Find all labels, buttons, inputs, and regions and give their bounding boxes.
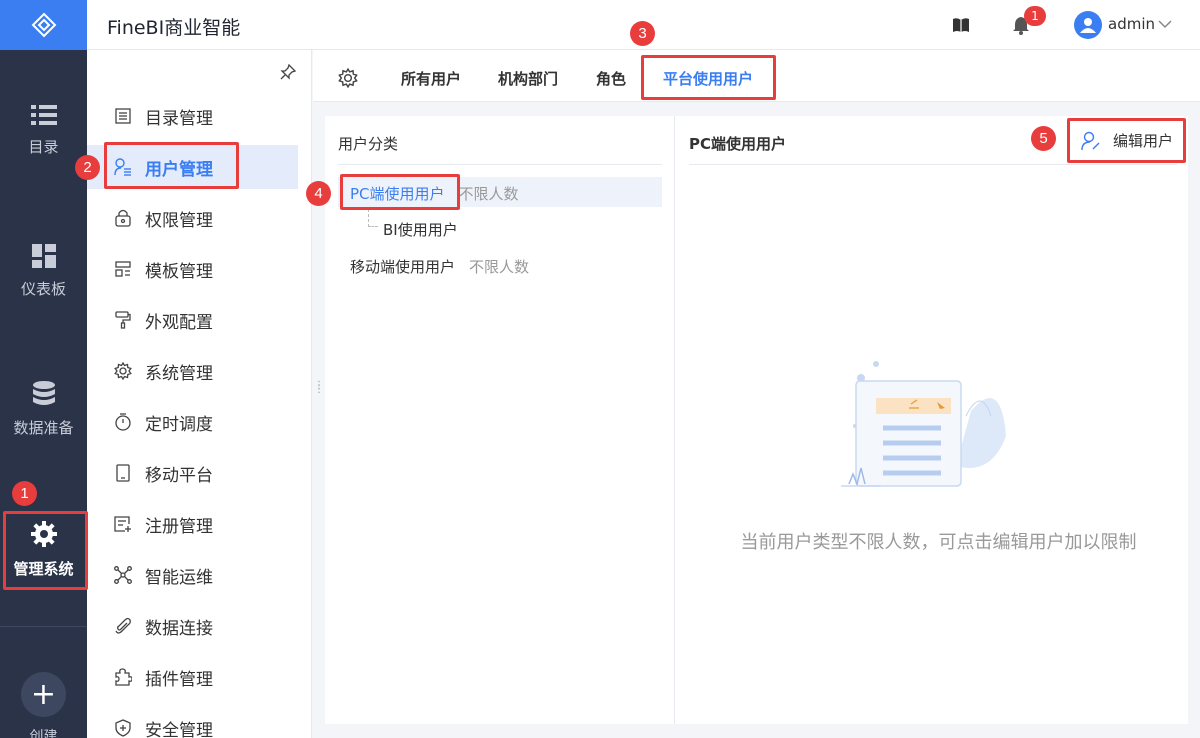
app-logo[interactable] bbox=[0, 0, 87, 50]
sidebar-item-label: 注册管理 bbox=[145, 516, 213, 537]
sidebar-item-label: 数据连接 bbox=[145, 618, 213, 639]
sidebar-item-label: 移动平台 bbox=[145, 465, 213, 486]
database-icon bbox=[32, 381, 55, 405]
network-icon bbox=[114, 566, 132, 584]
create-button[interactable]: + bbox=[21, 672, 66, 717]
annotation-box-4 bbox=[340, 174, 460, 210]
tab-roles[interactable]: 角色 bbox=[596, 68, 626, 89]
tree-item-label: 移动端使用用户 bbox=[350, 258, 456, 276]
rail-item-label: 数据准备 bbox=[13, 419, 74, 437]
sidebar-item-label: 模板管理 bbox=[145, 261, 213, 282]
rail-item-label: 仪表板 bbox=[20, 280, 66, 298]
puzzle-icon bbox=[115, 668, 132, 686]
divider bbox=[338, 164, 662, 165]
tree-item-mobile-users[interactable]: 移动端使用用户 不限人数 bbox=[350, 256, 529, 277]
pane-title: PC端使用用户 bbox=[689, 135, 787, 153]
annotation-box-2 bbox=[104, 142, 239, 189]
mobile-icon bbox=[116, 464, 130, 482]
tree-guide-line bbox=[368, 209, 378, 227]
sidebar-item-appearance[interactable]: 外观配置 bbox=[87, 298, 298, 342]
sidebar-item-system[interactable]: 系统管理 bbox=[87, 349, 298, 393]
sidebar-item-data-connection[interactable]: 数据连接 bbox=[87, 604, 298, 648]
shield-icon bbox=[115, 719, 131, 737]
template-icon bbox=[115, 261, 131, 277]
rail-item-catalog[interactable]: 目录 bbox=[0, 104, 87, 157]
sidebar-item-label: 安全管理 bbox=[145, 720, 213, 738]
list-icon bbox=[30, 105, 57, 125]
sidebar-item-label: 目录管理 bbox=[145, 108, 213, 129]
divider bbox=[689, 164, 1177, 165]
plus-icon: + bbox=[30, 677, 57, 712]
limit-text: 不限人数 bbox=[458, 185, 519, 203]
annotation-badge-2: 2 bbox=[75, 155, 100, 180]
dashboard-icon bbox=[31, 244, 56, 268]
timer-icon bbox=[115, 413, 131, 431]
sidebar-item-catalog[interactable]: 目录管理 bbox=[87, 94, 298, 138]
pane-title: 用户分类 bbox=[338, 135, 399, 153]
register-icon bbox=[114, 516, 131, 532]
user-avatar-icon bbox=[1080, 18, 1096, 33]
tab-departments[interactable]: 机构部门 bbox=[498, 68, 558, 89]
sidebar-item-templates[interactable]: 模板管理 bbox=[87, 247, 298, 291]
empty-state-illustration bbox=[841, 361, 1006, 487]
resize-handle[interactable]: ⋮ ⋮ bbox=[314, 381, 324, 395]
settings-gear-icon[interactable] bbox=[338, 68, 358, 88]
sidebar-item-label: 系统管理 bbox=[145, 363, 213, 384]
rail-item-label: 目录 bbox=[28, 138, 59, 156]
lock-icon bbox=[115, 209, 131, 227]
tab-all-users[interactable]: 所有用户 bbox=[401, 68, 461, 89]
gear-icon bbox=[114, 362, 132, 380]
sidebar-item-label: 插件管理 bbox=[145, 669, 213, 690]
create-label: 创建 bbox=[29, 729, 58, 738]
left-rail: 目录 仪表板 数据准备 管理系统 + 创建 bbox=[0, 0, 87, 738]
help-book-icon[interactable] bbox=[952, 17, 970, 33]
annotation-box-5 bbox=[1067, 118, 1186, 163]
rail-item-data-prep[interactable]: 数据准备 bbox=[0, 381, 87, 438]
sidebar-item-permissions[interactable]: 权限管理 bbox=[87, 196, 298, 240]
annotation-badge-3: 3 bbox=[630, 21, 655, 46]
annotation-badge-1: 1 bbox=[12, 481, 37, 506]
paperclip-icon bbox=[115, 617, 131, 634]
sidebar-item-label: 定时调度 bbox=[145, 414, 213, 435]
tree-item-label: BI使用用户 bbox=[383, 221, 458, 239]
tree-item-bi-users[interactable]: BI使用用户 bbox=[383, 219, 458, 240]
sidebar-item-registration[interactable]: 注册管理 bbox=[87, 502, 298, 546]
limit-text: 不限人数 bbox=[469, 258, 530, 276]
sidebar-item-scheduling[interactable]: 定时调度 bbox=[87, 400, 298, 444]
sidebar-item-smart-ops[interactable]: 智能运维 bbox=[87, 553, 298, 597]
annotation-box-1 bbox=[3, 511, 88, 590]
user-detail-pane: PC端使用用户 编辑用户 当前用户类型不限人数，可点击编辑用户加以限制 bbox=[676, 116, 1188, 724]
annotation-box-3 bbox=[641, 55, 776, 100]
sidebar-item-security[interactable]: 安全管理 bbox=[87, 706, 298, 738]
annotation-badge-4: 4 bbox=[306, 181, 331, 206]
avatar[interactable] bbox=[1074, 11, 1102, 39]
sidebar-item-plugins[interactable]: 插件管理 bbox=[87, 655, 298, 699]
sidebar-item-label: 权限管理 bbox=[145, 210, 213, 231]
paint-roller-icon bbox=[115, 311, 131, 329]
pin-icon[interactable] bbox=[280, 64, 296, 80]
sidebar-item-mobile[interactable]: 移动平台 bbox=[87, 451, 298, 495]
catalog-icon bbox=[115, 108, 131, 124]
chevron-down-icon[interactable] bbox=[1158, 20, 1172, 29]
empty-state-message: 当前用户类型不限人数，可点击编辑用户加以限制 bbox=[740, 532, 1137, 553]
rail-divider bbox=[0, 626, 87, 627]
sidebar-item-label: 智能运维 bbox=[145, 567, 213, 588]
app-title: FineBI商业智能 bbox=[107, 17, 241, 39]
sidebar-item-label: 外观配置 bbox=[145, 312, 213, 333]
user-name[interactable]: admin bbox=[1108, 15, 1155, 33]
logo-icon bbox=[31, 12, 56, 38]
rail-item-dashboard[interactable]: 仪表板 bbox=[0, 244, 87, 299]
notification-badge: 1 bbox=[1024, 6, 1046, 26]
annotation-badge-5: 5 bbox=[1031, 126, 1056, 151]
